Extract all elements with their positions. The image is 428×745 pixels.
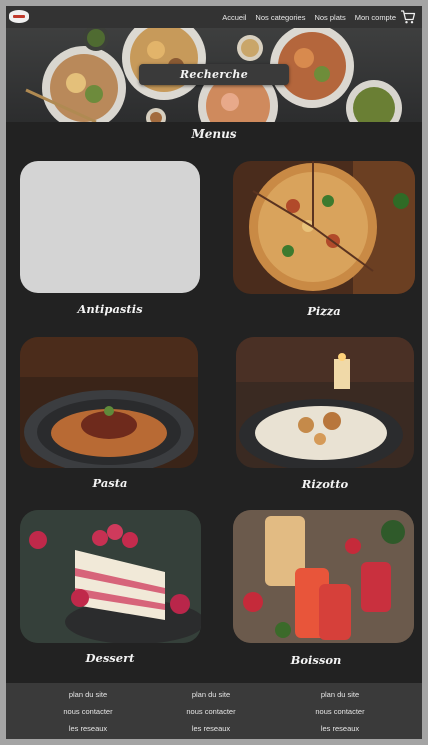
rizotto-image[interactable] bbox=[236, 337, 414, 468]
footer-link-plan[interactable]: plan du site bbox=[151, 689, 271, 706]
footer-column-1: plan du site nous contacter les reseaux bbox=[28, 689, 148, 739]
footer-link-reseaux[interactable]: les reseaux bbox=[151, 723, 271, 739]
pizza-image[interactable] bbox=[233, 161, 415, 294]
nav-link-accueil[interactable]: Accueil bbox=[222, 13, 246, 22]
nav-link-categories[interactable]: Nos categories bbox=[255, 13, 305, 22]
nav-link-account[interactable]: Mon compte bbox=[355, 13, 396, 22]
site-footer: plan du site nous contacter les reseaux … bbox=[6, 683, 422, 739]
menu-card-label: Pasta bbox=[92, 476, 128, 490]
menu-card-label: Antipastis bbox=[77, 302, 143, 316]
footer-link-plan[interactable]: plan du site bbox=[280, 689, 400, 706]
menu-card-label: Rizotto bbox=[301, 477, 349, 491]
footer-link-reseaux[interactable]: les reseaux bbox=[280, 723, 400, 739]
footer-column-2: plan du site nous contacter les reseaux bbox=[151, 689, 271, 739]
nav-links: Accueil Nos categories Nos plats Mon com… bbox=[222, 6, 422, 28]
pasta-image[interactable] bbox=[20, 337, 198, 468]
menu-card-label: Pizza bbox=[307, 304, 341, 318]
footer-link-contact[interactable]: nous contacter bbox=[28, 706, 148, 723]
boisson-image[interactable] bbox=[233, 510, 414, 643]
footer-link-contact[interactable]: nous contacter bbox=[280, 706, 400, 723]
menus-title: Menus bbox=[191, 127, 237, 141]
antipastis-image-placeholder[interactable] bbox=[20, 161, 200, 293]
footer-column-3: plan du site nous contacter les reseaux bbox=[280, 689, 400, 739]
footer-link-plan[interactable]: plan du site bbox=[28, 689, 148, 706]
menu-card-label: Boisson bbox=[290, 653, 342, 667]
footer-link-reseaux[interactable]: les reseaux bbox=[28, 723, 148, 739]
top-nav: Accueil Nos categories Nos plats Mon com… bbox=[6, 6, 422, 28]
footer-link-contact[interactable]: nous contacter bbox=[151, 706, 271, 723]
menu-card-label: Dessert bbox=[85, 651, 135, 665]
hero-banner: Recherche bbox=[6, 28, 422, 122]
restaurant-logo[interactable] bbox=[9, 10, 29, 23]
page-frame: Accueil Nos categories Nos plats Mon com… bbox=[6, 6, 422, 739]
cart-icon[interactable] bbox=[400, 9, 416, 25]
search-button[interactable]: Recherche bbox=[139, 64, 289, 85]
nav-link-plats[interactable]: Nos plats bbox=[314, 13, 345, 22]
dessert-image[interactable] bbox=[20, 510, 201, 643]
